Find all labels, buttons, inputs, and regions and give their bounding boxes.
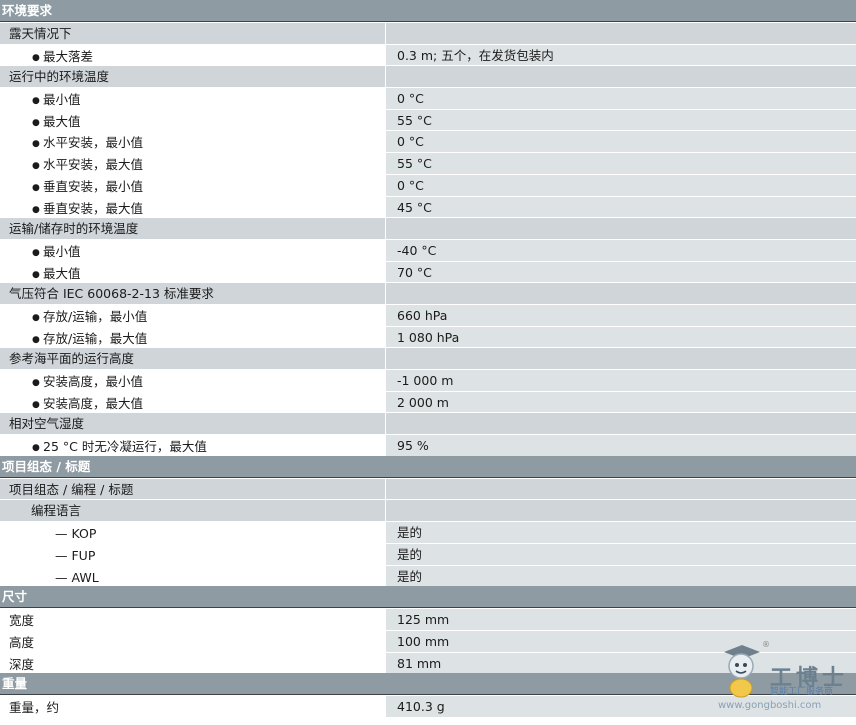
spec-label: 存放/运输，最小值 xyxy=(0,304,385,326)
spec-value: -1 000 m xyxy=(385,370,856,391)
group-row: 气压符合 IEC 60068-2-13 标准要求 xyxy=(0,282,856,304)
spec-label: — FUP xyxy=(0,543,385,565)
spec-label: 最小值 xyxy=(0,88,385,109)
spec-value: 0 °C xyxy=(385,174,856,196)
spec-row: 垂直安装，最小值0 °C xyxy=(0,173,856,196)
group-label: 运行中的环境温度 xyxy=(9,69,110,85)
spec-row: 垂直安装，最大值45 °C xyxy=(0,195,856,218)
spec-row: 最小值0 °C xyxy=(0,87,856,109)
registered-mark: ® xyxy=(762,640,770,649)
spec-row: 最大值70 °C xyxy=(0,260,856,283)
mascot-icon xyxy=(724,645,760,698)
group-row: 相对空气湿度 xyxy=(0,412,856,435)
spec-value: 2 000 m xyxy=(385,391,856,413)
spec-label: 水平安装，最大值 xyxy=(0,153,385,174)
spec-row: 水平安装，最小值0 °C xyxy=(0,130,856,153)
spec-value xyxy=(385,478,856,500)
spec-value: 55 °C xyxy=(385,153,856,174)
spec-row: 宽度 125 mm xyxy=(0,608,856,630)
spec-value: 是的 xyxy=(385,522,856,543)
spec-label: 宽度 xyxy=(0,609,385,630)
spec-label: — AWL xyxy=(0,565,385,587)
spec-label: 最大落差 xyxy=(0,44,385,66)
section-header: 项目组态 / 标题 xyxy=(0,455,856,478)
group-label: 运输/储存时的环境温度 xyxy=(9,221,139,237)
spec-row: 安装高度，最小值-1 000 m xyxy=(0,369,856,391)
spec-value: 是的 xyxy=(385,543,856,565)
spec-label: 最大值 xyxy=(0,261,385,283)
spec-row: — AWL 是的 xyxy=(0,564,856,587)
spec-row: 水平安装，最大值55 °C xyxy=(0,152,856,174)
spec-value: 是的 xyxy=(385,565,856,587)
spec-row: 存放/运输，最大值1 080 hPa xyxy=(0,325,856,348)
spec-row: — FUP 是的 xyxy=(0,542,856,565)
spec-label: 高度 xyxy=(0,630,385,652)
spec-row: — KOP 是的 xyxy=(0,521,856,543)
section-header: 环境要求 xyxy=(0,0,856,22)
watermark-url: www.gongboshi.com xyxy=(718,700,822,711)
watermark-logo: ® 工博士 智能工厂服务商 www.gongboshi.com xyxy=(718,640,848,711)
spec-value: -40 °C xyxy=(385,239,856,261)
spec-row: 安装高度，最大值2 000 m xyxy=(0,390,856,413)
spec-value xyxy=(385,218,856,239)
spec-label: 安装高度，最小值 xyxy=(0,370,385,391)
spec-row: 25 °C 时无冷凝运行，最大值95 % xyxy=(0,434,856,456)
group-row: 露天情况下 xyxy=(0,22,856,44)
spec-value: 0 °C xyxy=(385,131,856,153)
spec-value: 0.3 m; 五个，在发货包装内 xyxy=(385,44,856,66)
spec-label: 安装高度，最大值 xyxy=(0,391,385,413)
group-row: 参考海平面的运行高度 xyxy=(0,347,856,369)
spec-value: 660 hPa xyxy=(385,304,856,326)
spec-label: 25 °C 时无冷凝运行，最大值 xyxy=(0,435,385,456)
spec-label: 垂直安装，最大值 xyxy=(0,196,385,218)
group-label: 露天情况下 xyxy=(9,26,72,41)
spec-label: 最大值 xyxy=(0,109,385,131)
spec-label: 存放/运输，最大值 xyxy=(0,326,385,348)
spec-value xyxy=(385,413,856,435)
spec-label: 重量，约 xyxy=(0,696,385,717)
spec-value: 0 °C xyxy=(385,88,856,109)
spec-row: 最大落差0.3 m; 五个，在发货包装内 xyxy=(0,43,856,66)
spec-value: 70 °C xyxy=(385,261,856,283)
group-label: 参考海平面的运行高度 xyxy=(9,351,135,367)
spec-value: 1 080 hPa xyxy=(385,326,856,348)
group-row: 运行中的环境温度 xyxy=(0,65,856,88)
spec-label: — KOP xyxy=(0,522,385,543)
spec-row: 最小值-40 °C xyxy=(0,238,856,261)
group-row: 项目组态 / 编程 / 标题 xyxy=(0,477,856,500)
section-header: 尺寸 xyxy=(0,586,856,609)
subgroup-row: 编程语言 xyxy=(0,499,856,522)
group-label: 项目组态 / 编程 / 标题 xyxy=(9,481,134,497)
spec-table: 环境要求露天情况下最大落差0.3 m; 五个，在发货包装内运行中的环境温度最小值… xyxy=(0,0,856,717)
spec-value xyxy=(385,500,856,522)
spec-value: 45 °C xyxy=(385,196,856,218)
spec-value xyxy=(385,348,856,369)
spec-value xyxy=(385,283,856,304)
group-label: 气压符合 IEC 60068-2-13 标准要求 xyxy=(9,286,214,302)
watermark-tagline: 智能工厂服务商 xyxy=(770,687,834,697)
spec-label: 深度 xyxy=(0,652,385,674)
group-label: 相对空气湿度 xyxy=(9,416,85,432)
spec-value xyxy=(385,66,856,88)
spec-value: 55 °C xyxy=(385,109,856,131)
spec-row: 存放/运输，最小值660 hPa xyxy=(0,303,856,326)
spec-value: 125 mm xyxy=(385,609,856,630)
spec-row: 最大值55 °C xyxy=(0,108,856,131)
spec-label: 垂直安装，最小值 xyxy=(0,174,385,196)
spec-value xyxy=(385,23,856,44)
spec-label: 水平安装，最小值 xyxy=(0,131,385,153)
spec-value: 95 % xyxy=(385,435,856,456)
group-row: 运输/储存时的环境温度 xyxy=(0,217,856,239)
spec-label: 最小值 xyxy=(0,239,385,261)
subgroup-label: 编程语言 xyxy=(31,503,82,519)
